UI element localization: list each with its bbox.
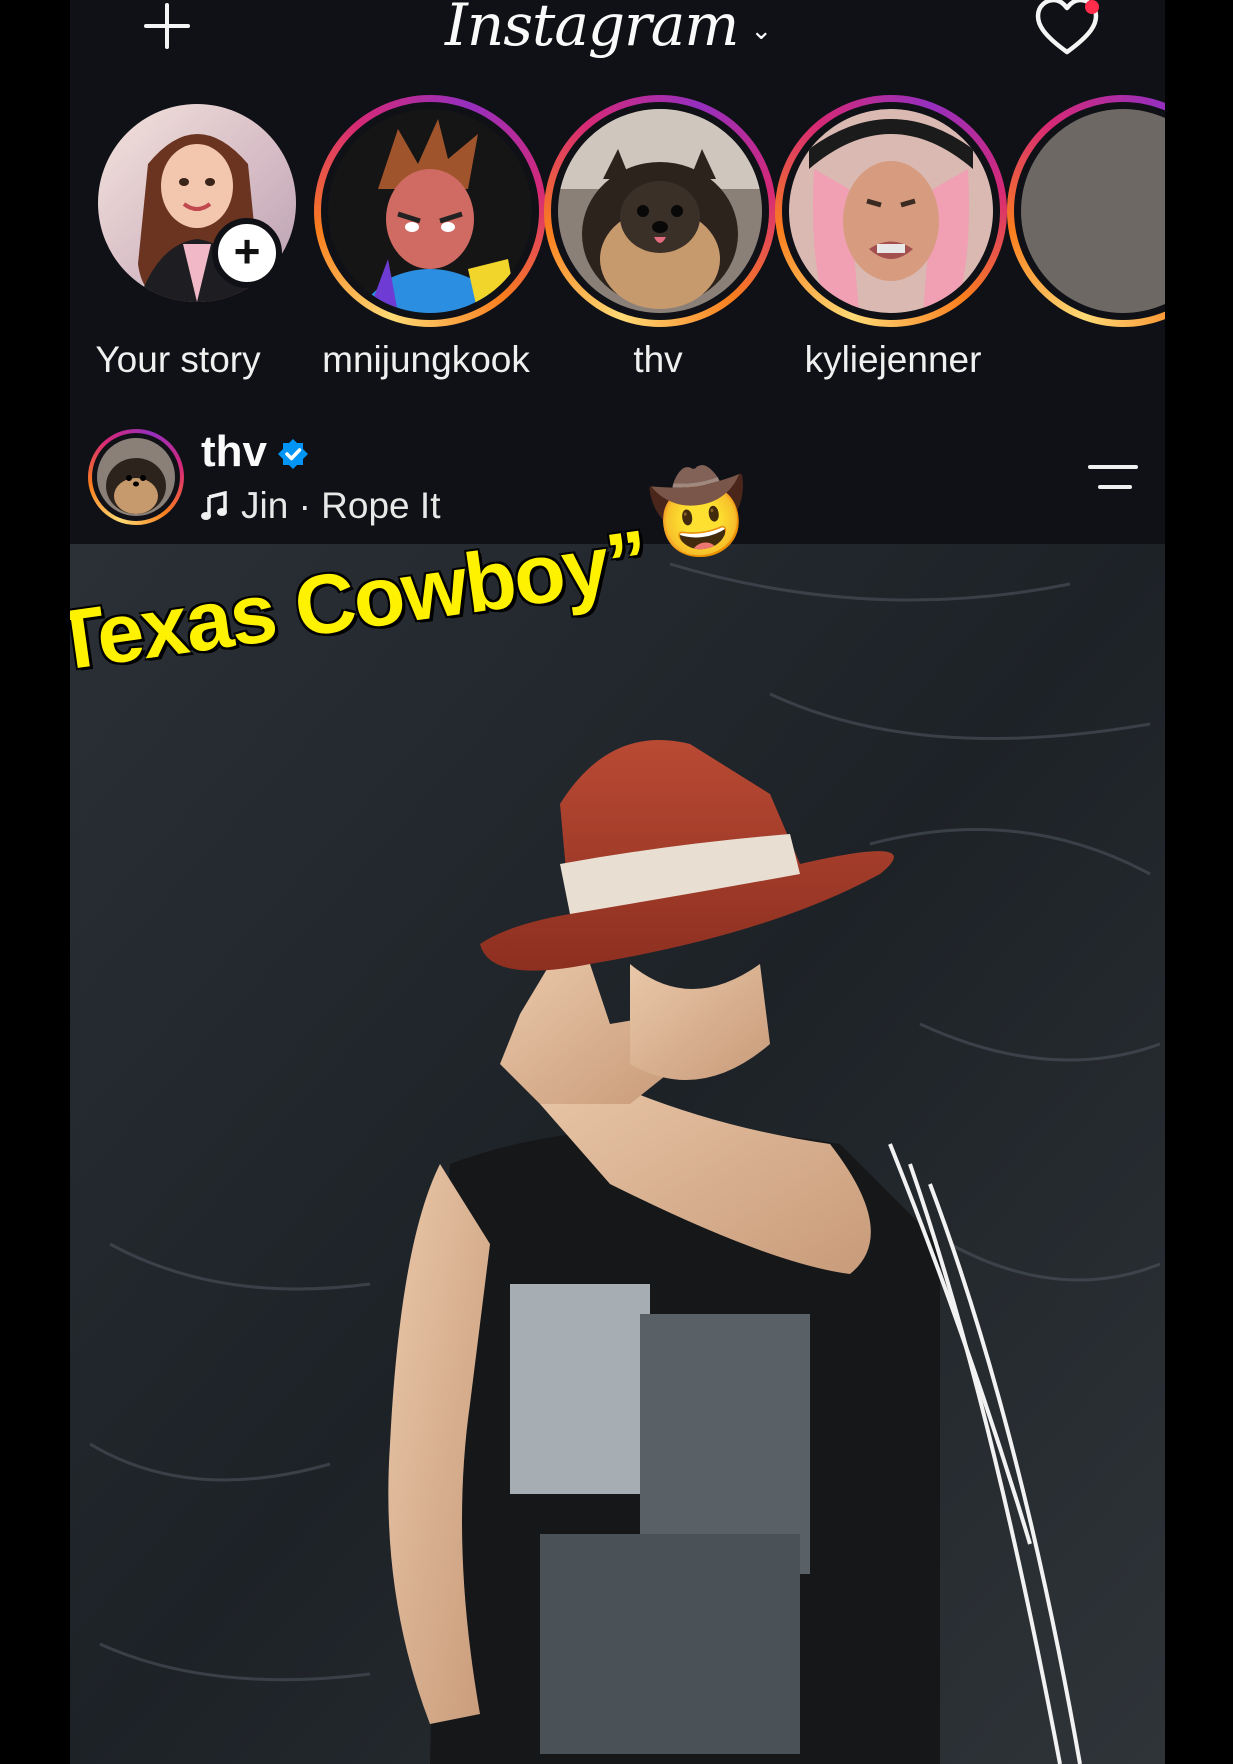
story-ring: [775, 95, 1007, 327]
post-username[interactable]: thv: [201, 427, 267, 477]
verified-badge-icon: [278, 439, 308, 469]
avatar: [789, 109, 993, 313]
avatar: [558, 109, 762, 313]
post-author-avatar[interactable]: [88, 429, 184, 525]
post-options-button[interactable]: [1082, 461, 1138, 505]
menu-line: [1098, 485, 1132, 489]
story-label: Your story: [95, 339, 261, 380]
story-ring-gap: [551, 102, 769, 320]
avatar: [97, 438, 175, 516]
chevron-down-icon: ⌄: [750, 14, 773, 45]
story-ring: [314, 95, 546, 327]
avatar: [328, 109, 532, 313]
story-label: thv: [633, 339, 683, 380]
instagram-logo: Instagram: [445, 0, 739, 59]
menu-line: [1088, 465, 1138, 469]
avatar-ring-gap: [92, 433, 180, 521]
notification-dot: [1085, 0, 1099, 14]
plus-icon-stem: [165, 3, 169, 49]
stories-tray[interactable]: + Your story mnijungkook thv kyliejenner: [70, 95, 1165, 395]
add-story-button[interactable]: +: [212, 218, 282, 288]
create-post-button[interactable]: [138, 0, 198, 60]
story-ring-gap: [782, 102, 1000, 320]
post-music[interactable]: Jin · Rope It: [201, 485, 440, 527]
avatar: [1021, 109, 1165, 313]
top-bar: Instagram ⌄: [70, 0, 1165, 70]
music-note-icon: [201, 491, 227, 520]
story-label: kyliejenner: [804, 339, 982, 380]
feed-switcher[interactable]: Instagram ⌄: [445, 0, 772, 60]
cowboy-emoji-icon: 🤠: [644, 461, 756, 564]
story-ring-gap: [1014, 102, 1165, 320]
post-photo[interactable]: [70, 544, 1165, 1764]
story-ring: [544, 95, 776, 327]
music-track-label: Jin · Rope It: [241, 485, 441, 526]
story-label: mnijungkook: [322, 339, 530, 380]
instagram-feed-screen: Instagram ⌄ + Your story mnijungkook thv…: [70, 0, 1165, 1764]
story-ring-gap: [321, 102, 539, 320]
story-ring: [1007, 95, 1165, 327]
